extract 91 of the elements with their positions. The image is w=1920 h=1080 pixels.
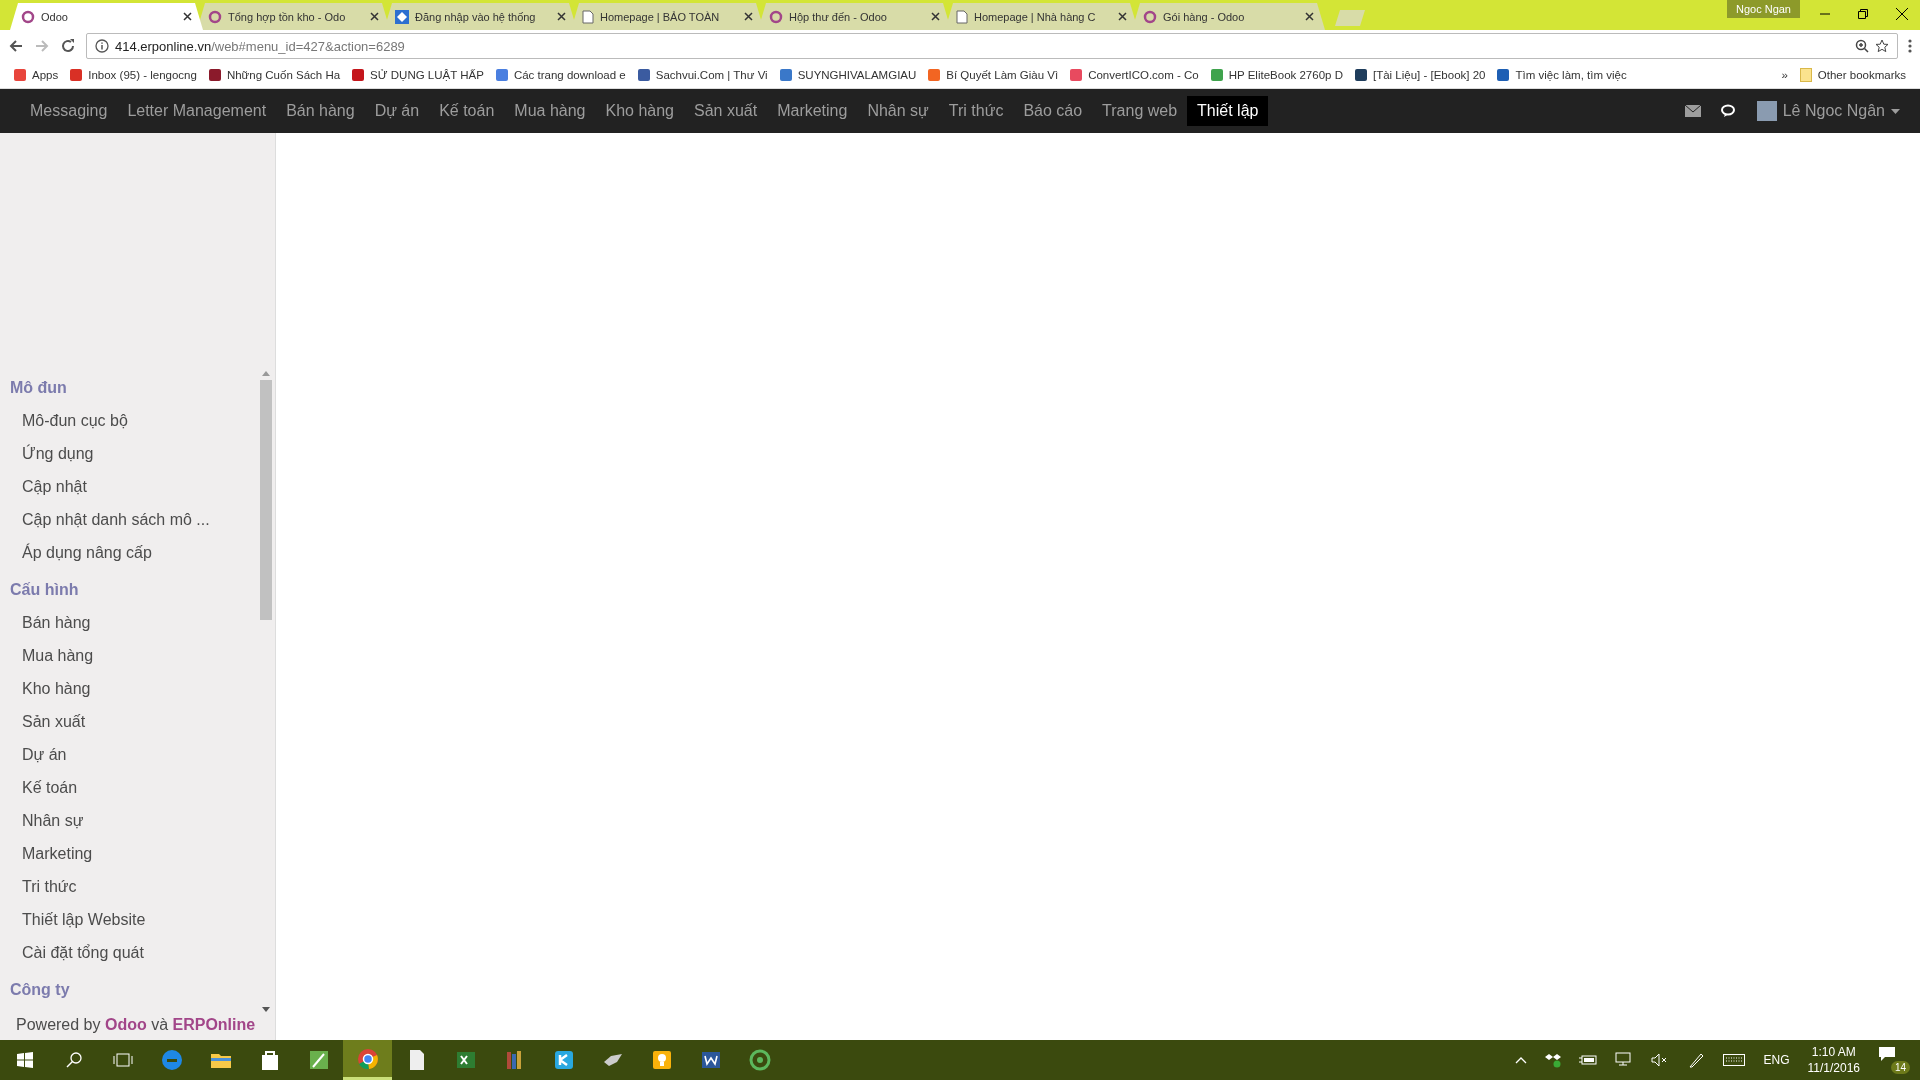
language-indicator[interactable]: ENG [1763,1053,1790,1067]
user-menu[interactable]: Lê Ngoc Ngân [1756,101,1900,121]
notification-count: 14 [1890,1061,1910,1074]
pen-icon[interactable] [1687,1052,1706,1068]
circle-icon [769,9,783,24]
nav-menu-item[interactable]: Thiết lập [1187,96,1269,126]
nav-menu-item[interactable]: Nhân sự [857,96,939,126]
avatar-icon [1756,101,1777,121]
menu-icon[interactable] [1908,38,1912,54]
sidebar-item[interactable]: Cài đặt tổng quát [10,936,259,969]
nav-menu-item[interactable]: Messaging [20,96,118,126]
folder-icon [1799,68,1812,82]
nav-menu-item[interactable]: Báo cáo [1013,96,1093,126]
more-bookmarks-button[interactable]: » [1775,69,1794,81]
zoom-icon[interactable] [1855,39,1869,53]
bookmark[interactable]: Inbox (95) - lengocng [64,69,203,81]
bookmark[interactable]: Những Cuốn Sách Ha [202,69,347,81]
nav-menu-item[interactable]: Dự án [364,96,430,126]
chrome-icon [355,1046,380,1071]
caret-icon [1891,108,1900,114]
back-arrow-icon[interactable] [8,38,24,54]
diamond-grid-icon [395,9,409,24]
bookmark[interactable]: HP EliteBook 2760p D [1204,69,1349,81]
bookmark[interactable]: [Tài Liệu] - [Ebook] 20 [1348,69,1492,81]
chat-bubbles-icon[interactable] [1720,104,1737,118]
sidebar-item[interactable]: Kế toán [10,771,259,804]
sidebar-item[interactable]: Áp dụng nâng cấp [10,536,259,569]
envelope-icon[interactable] [1684,105,1701,117]
sidebar-item[interactable]: Mô-đun cục bộ [10,404,259,437]
bookmark[interactable]: ConvertICO.com - Co [1064,69,1205,81]
close-icon[interactable] [557,12,566,21]
windows-logo-icon [16,1052,33,1068]
box-sync-icon[interactable] [1545,1052,1562,1068]
sidebar-item[interactable]: Thiết lập Website [10,903,259,936]
close-icon[interactable] [1305,12,1314,21]
reload-icon[interactable] [60,38,76,54]
bookmark[interactable]: SỬ DỤNG LUẬT HẤP [346,69,490,81]
sidebar-item[interactable]: Sản xuất [10,705,259,738]
sidebar-item[interactable]: Nhân sự [10,804,259,837]
network-icon[interactable] [1615,1052,1634,1068]
browser-tab[interactable]: Odoo [10,3,203,30]
bookmark[interactable]: Sachvui.Com | Thư Vi [631,69,774,81]
nav-menu-item[interactable]: Trang web [1092,96,1188,126]
sidebar-item[interactable]: Dự án [10,738,259,771]
nav-menu-item[interactable]: Tri thức [938,96,1014,126]
sidebar-item[interactable]: Bán hàng [10,606,259,639]
page-icon [956,9,968,24]
nav-menu-item[interactable]: Sản xuất [684,96,768,126]
close-icon[interactable] [370,12,379,21]
info-icon [95,39,109,53]
bookmark[interactable]: Apps [8,69,65,81]
close-icon[interactable] [1896,8,1908,20]
bookmark[interactable]: Bí Quyết Làm Giàu Vì [922,69,1065,81]
sidebar-item[interactable]: Mua hàng [10,639,259,672]
close-icon[interactable] [1118,12,1127,21]
action-center-button[interactable]: 14 [1878,1046,1908,1074]
keyboard-icon[interactable] [1723,1054,1746,1066]
close-icon[interactable] [744,12,753,21]
bookmark[interactable]: Các trang download e [489,69,632,81]
chevron-up-icon[interactable] [1515,1056,1528,1064]
bookmark[interactable]: Tìm việc làm, tìm việc [1491,69,1633,81]
sidebar-item[interactable]: Cập nhật [10,470,259,503]
close-icon[interactable] [183,12,192,21]
nav-menu-item[interactable]: Letter Management [117,96,277,126]
speech-bubble-icon [1878,1046,1896,1062]
scrollbar-thumb[interactable] [260,380,272,620]
sidebar-item[interactable]: Cập nhật danh sách mô ... [10,503,259,536]
circle-icon [21,9,35,24]
nav-menu-item[interactable]: Kế toán [429,96,505,126]
battery-icon[interactable] [1579,1054,1598,1066]
star-icon[interactable] [1875,39,1889,53]
circle-icon [208,9,222,24]
nav-menu-item[interactable]: Kho hàng [595,96,684,126]
sidebar-item[interactable]: Kho hàng [10,672,259,705]
restore-icon[interactable] [1858,9,1868,19]
sidebar-item[interactable]: Tri thức [10,870,259,903]
circle-icon [1143,9,1157,24]
other-bookmarks-button[interactable]: Other bookmarks [1793,68,1912,82]
address-bar[interactable]: 414.erponline.vn/web#menu_id=427&action=6289 [86,33,1898,59]
sidebar-item[interactable]: Marketing [10,837,259,870]
task-view-icon [112,1053,133,1067]
search-icon [65,1052,82,1068]
browser-tab[interactable]: Gói hàng - Odoo [1132,3,1325,30]
clock[interactable]: 1:10 AM 11/1/2016 [1807,1044,1860,1076]
close-icon[interactable] [931,12,940,21]
nav-menu-item[interactable]: Mua hàng [504,96,596,126]
bookmark[interactable]: SUYNGHIVALAMGIAU [773,69,923,81]
nav-menu-item[interactable]: Bán hàng [276,96,365,126]
nav-menu-item[interactable]: Marketing [767,96,858,126]
page-icon [582,9,594,24]
sidebar-item[interactable]: Ứng dụng [10,437,259,470]
